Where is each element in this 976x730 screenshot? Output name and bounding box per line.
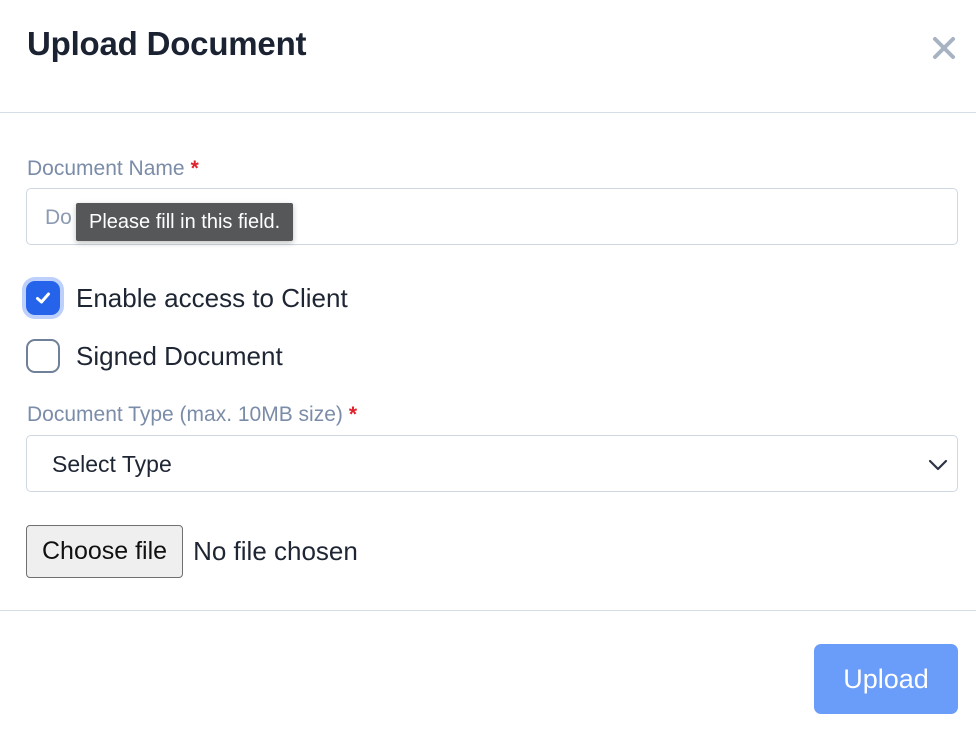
document-type-label-text: Document Type (max. 10MB size) [27,403,343,426]
upload-document-modal: Upload Document Document Name * Do Please… [0,0,976,730]
required-mark: * [190,157,199,180]
modal-header: Upload Document [0,0,976,113]
choose-file-button[interactable]: Choose file [26,525,184,578]
signed-document-checkbox[interactable] [26,339,60,373]
required-mark: * [348,403,358,426]
file-picker: Choose file No file chosen [26,525,358,578]
close-button[interactable] [926,30,962,66]
modal-title: Upload Document [27,25,307,62]
checkmark-icon [36,292,50,304]
document-type-selected-value: Select Type [52,451,172,477]
file-status-text: No file chosen [193,536,358,566]
enable-access-checkbox-row[interactable]: Enable access to Client [26,278,348,318]
enable-access-label: Enable access to Client [76,282,348,313]
validation-tooltip: Please fill in this field. [76,203,294,241]
document-name-placeholder: Do [45,206,72,229]
document-name-label-text: Document Name [27,157,185,180]
signed-document-checkbox-row[interactable]: Signed Document [26,336,283,376]
enable-access-checkbox[interactable] [26,281,60,315]
upload-button[interactable]: Upload [814,644,958,714]
document-type-select[interactable]: Select Type [26,435,958,492]
document-name-label: Document Name * [27,157,199,181]
close-icon [933,37,955,59]
document-type-label: Document Type (max. 10MB size) * [27,403,357,427]
signed-document-label: Signed Document [76,340,283,371]
chevron-down-icon [928,459,948,471]
